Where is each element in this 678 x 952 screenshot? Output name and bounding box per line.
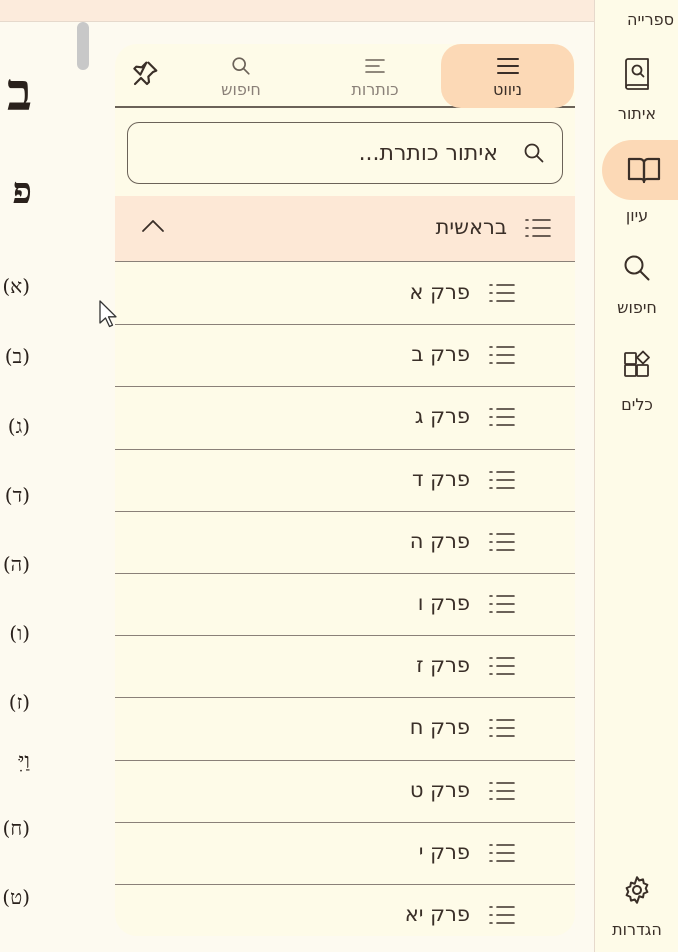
reader-book-title: ב: [6, 62, 32, 123]
verse-text: וַיִּ: [18, 749, 30, 774]
verse-marker: (ח): [2, 816, 30, 840]
chapter-label: פרק א: [409, 280, 470, 304]
verse-marker: (ג): [7, 414, 30, 438]
rail-item-search[interactable]: חיפוש: [595, 250, 678, 317]
list-icon: [489, 842, 515, 868]
rail-item-label: חיפוש: [617, 298, 657, 317]
chapter-label: פרק ד: [411, 466, 470, 491]
chapter-label: פרק יא: [404, 901, 470, 926]
verse-marker: (ד): [4, 483, 30, 507]
chapter-row[interactable]: פרק ה: [115, 511, 575, 574]
headings-icon: [364, 54, 386, 78]
tab-navigation[interactable]: ניווט: [441, 44, 574, 108]
list-icon: [489, 531, 515, 557]
list-icon: [489, 655, 515, 681]
rail-item-tools[interactable]: כלים: [595, 347, 678, 414]
search-icon: [609, 250, 665, 286]
verse-marker: (ב): [4, 344, 30, 368]
list-icon: [489, 593, 515, 619]
list-icon: [489, 717, 515, 743]
tools-icon: [609, 347, 665, 383]
heading-search-input[interactable]: [158, 137, 498, 169]
tab-headings[interactable]: כותרות: [315, 44, 435, 108]
open-book-icon: [602, 140, 678, 200]
list-icon: [489, 406, 515, 432]
chapter-row[interactable]: פרק א: [115, 263, 575, 326]
chapter-label: פרק ח: [409, 715, 470, 740]
rail-item-label: כלים: [621, 395, 653, 414]
chapter-label: פרק ז: [416, 653, 470, 678]
nav-rail: ספרייה איתור עיון חיפוש כלים הגדרות: [594, 0, 678, 952]
heading-search-box: [127, 122, 563, 184]
book-label: בראשית: [435, 215, 507, 239]
navigation-panel: חיפוש כותרות ניווט בראשית פרק אפרק בפ: [115, 44, 575, 936]
chapter-row[interactable]: פרק יא: [115, 884, 575, 936]
verse-marker: (א): [2, 274, 30, 298]
top-strip: [0, 0, 594, 22]
search-icon: [230, 54, 252, 78]
list-icon: [489, 282, 515, 308]
chapter-label: פרק י: [418, 839, 470, 864]
chapter-row[interactable]: פרק ג: [115, 387, 575, 450]
tab-search[interactable]: חיפוש: [185, 44, 297, 108]
list-icon: [525, 217, 551, 243]
pin-icon: [129, 58, 161, 94]
verse-marker: (ט): [2, 885, 30, 909]
chapter-label: פרק ג: [414, 404, 470, 429]
book-search-icon: [609, 56, 665, 92]
mouse-cursor-icon: [99, 300, 119, 332]
tab-label: ניווט: [492, 79, 523, 99]
chapter-row[interactable]: פרק י: [115, 822, 575, 885]
rail-item-label: הגדרות: [612, 920, 662, 939]
list-icon: [489, 469, 515, 495]
list-icon: [489, 780, 515, 806]
rail-item-study[interactable]: עיון: [595, 140, 678, 225]
book-row-bereshit[interactable]: בראשית: [115, 196, 575, 262]
panel-tabs: חיפוש כותרות ניווט: [115, 44, 575, 108]
chapter-row[interactable]: פרק ז: [115, 636, 575, 699]
chapter-list: פרק א פרק ב פרק ג פרק ד פרק ה פרק ו פרק ז פרק ח…: [115, 263, 575, 936]
chapter-label: פרק ה: [409, 528, 470, 553]
rail-library-label[interactable]: ספרייה: [627, 10, 674, 29]
verse-marker: (ז): [8, 690, 30, 714]
list-icon: [489, 904, 515, 930]
chapter-label: פרק ב: [411, 342, 470, 367]
reader-chapter-title: פ: [12, 170, 32, 212]
verse-marker: (ה): [2, 552, 30, 576]
rail-item-locate[interactable]: איתור: [595, 56, 678, 123]
chevron-up-icon[interactable]: [141, 218, 165, 238]
verse-marker: (ו): [9, 621, 30, 645]
chapter-row[interactable]: פרק ד: [115, 449, 575, 512]
gear-icon: [609, 872, 665, 908]
tab-label: חיפוש: [221, 79, 261, 99]
rail-item-label: איתור: [617, 104, 657, 123]
pin-button[interactable]: [127, 58, 163, 94]
chapter-label: פרק ו: [417, 590, 470, 615]
chapter-label: פרק ט: [409, 777, 470, 802]
chapter-row[interactable]: פרק ח: [115, 698, 575, 761]
tab-label: כותרות: [351, 79, 399, 99]
chapter-row[interactable]: פרק ו: [115, 573, 575, 637]
list-icon: [489, 344, 515, 370]
search-icon: [522, 141, 546, 169]
reader-pane[interactable]: ב פ (א) (ב) (ג) (ד) (ה) (ו) (ז) וַיִּ (ח…: [0, 22, 120, 952]
menu-icon: [496, 54, 520, 78]
chapter-row[interactable]: פרק ב: [115, 325, 575, 388]
rail-item-label: עיון: [625, 206, 649, 225]
rail-item-settings[interactable]: הגדרות: [595, 872, 678, 939]
chapter-row[interactable]: פרק ט: [115, 760, 575, 823]
reader-scrollbar[interactable]: [77, 22, 89, 70]
